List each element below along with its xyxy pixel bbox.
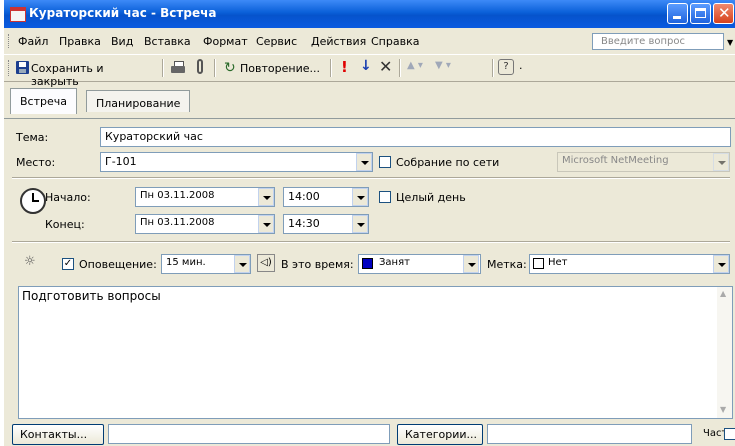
end-date-dropdown[interactable] — [258, 215, 274, 233]
save-close-label: Сохранить и закрыть — [31, 62, 104, 88]
chevron-down-icon[interactable]: ▼ — [727, 38, 733, 47]
categories-button[interactable]: Категории... — [397, 424, 483, 445]
previous-item-icon[interactable]: ▲ ▾ — [407, 60, 423, 71]
appointment-window: Кураторский час - Встреча ✕ Файл Правка … — [4, 0, 735, 446]
recurrence-label: Повторение... — [240, 62, 320, 75]
help-icon[interactable]: ? — [498, 59, 514, 75]
divider — [12, 177, 730, 179]
subject-label: Тема: — [16, 131, 49, 144]
importance-high-icon[interactable]: ! — [341, 58, 348, 76]
close-icon: ✕ — [718, 4, 731, 22]
end-label: Конец: — [45, 218, 85, 231]
menu-format[interactable]: Формат — [203, 35, 248, 48]
contacts-input[interactable] — [108, 424, 390, 444]
paperclip-icon[interactable] — [197, 59, 203, 74]
subject-input[interactable]: Кураторский час — [100, 127, 731, 147]
reminder-bell-icon: ☼ — [24, 254, 36, 269]
private-checkbox[interactable] — [724, 428, 735, 440]
calendar-icon — [10, 7, 26, 22]
maximize-button[interactable] — [690, 3, 711, 24]
end-date-input[interactable]: Пн 03.11.2008 — [135, 214, 275, 234]
end-time-dropdown[interactable] — [352, 215, 368, 233]
location-input[interactable]: Г-101 — [100, 152, 373, 172]
close-button[interactable]: ✕ — [713, 3, 734, 24]
notes-textarea[interactable]: Подготовить вопросы ▲ ▼ — [18, 286, 733, 419]
start-date-input[interactable]: Пн 03.11.2008 — [135, 187, 275, 207]
print-icon[interactable] — [171, 61, 185, 73]
scroll-up-icon[interactable]: ▲ — [720, 289, 726, 298]
recurrence-button[interactable]: ↻ Повторение... — [222, 58, 326, 78]
location-label: Место: — [16, 156, 56, 169]
menubar-grip[interactable] — [8, 34, 12, 48]
label-select[interactable]: Нет — [529, 254, 730, 274]
toolbar-separator — [399, 59, 401, 77]
label-dropdown[interactable] — [713, 255, 729, 273]
label-color-swatch — [533, 258, 544, 269]
save-close-button[interactable]: Сохранить и закрыть — [14, 58, 144, 88]
delete-icon[interactable]: ✕ — [379, 57, 392, 76]
all-day-checkbox[interactable] — [379, 191, 391, 203]
show-as-label: В это время: — [281, 258, 354, 271]
online-meeting-checkbox[interactable] — [379, 156, 391, 168]
start-time-dropdown[interactable] — [352, 188, 368, 206]
categories-input[interactable] — [487, 424, 692, 444]
next-item-icon[interactable]: ▼ ▾ — [435, 60, 451, 71]
netmeeting-select: Microsoft NetMeeting — [557, 152, 730, 172]
online-meeting-label: Собрание по сети — [396, 156, 500, 169]
show-as-dropdown[interactable] — [463, 255, 479, 273]
menu-tools[interactable]: Сервис — [256, 35, 297, 48]
menu-view[interactable]: Вид — [111, 35, 133, 48]
reminder-dropdown[interactable] — [234, 255, 250, 273]
clock-icon — [20, 188, 46, 214]
netmeeting-dropdown — [713, 153, 729, 171]
save-icon — [16, 61, 29, 74]
toolbar-separator — [492, 59, 494, 77]
ask-question-input[interactable]: Введите вопрос — [592, 33, 724, 50]
toolbar-separator — [330, 59, 332, 77]
toolbar-options-icon[interactable]: . — [519, 59, 523, 72]
reminder-sound-icon[interactable]: ◁) — [257, 254, 275, 272]
divider — [12, 241, 730, 243]
menu-insert[interactable]: Вставка — [144, 35, 191, 48]
label-value: Нет — [548, 257, 568, 268]
menu-help[interactable]: Справка — [371, 35, 419, 48]
notes-text: Подготовить вопросы — [22, 289, 161, 303]
toolbar-grip[interactable] — [8, 60, 12, 76]
busy-color-swatch — [362, 258, 373, 269]
start-label: Начало: — [45, 191, 91, 204]
contacts-button[interactable]: Контакты... — [12, 424, 104, 445]
show-as-value: Занят — [379, 257, 410, 268]
menu-actions[interactable]: Действия — [311, 35, 366, 48]
label-label: Метка: — [487, 258, 527, 271]
importance-low-icon[interactable]: ↓ — [360, 58, 372, 74]
reminder-label: Оповещение: — [79, 258, 157, 271]
notes-scrollbar[interactable]: ▲ ▼ — [717, 287, 732, 418]
title-bar[interactable]: Кураторский час - Встреча ✕ — [4, 0, 735, 28]
menu-file[interactable]: Файл — [18, 35, 48, 48]
tab-appointment[interactable]: Встреча — [10, 88, 77, 114]
menu-edit[interactable]: Правка — [59, 35, 101, 48]
location-dropdown[interactable] — [356, 153, 372, 171]
tab-scheduling[interactable]: Планирование — [86, 90, 191, 112]
toolbar-separator — [214, 59, 216, 77]
recurrence-icon: ↻ — [224, 60, 236, 76]
reminder-checkbox[interactable]: ✓ — [62, 258, 74, 270]
all-day-label: Целый день — [396, 191, 466, 204]
standard-toolbar: Сохранить и закрыть ↻ Повторение... ! ↓ … — [4, 54, 735, 88]
scroll-down-icon[interactable]: ▼ — [720, 405, 726, 414]
toolbar-separator — [162, 59, 164, 77]
window-title: Кураторский час - Встреча — [29, 6, 217, 20]
minimize-button[interactable] — [667, 3, 688, 24]
tab-strip: Встреча Планирование — [4, 86, 735, 118]
start-date-dropdown[interactable] — [258, 188, 274, 206]
